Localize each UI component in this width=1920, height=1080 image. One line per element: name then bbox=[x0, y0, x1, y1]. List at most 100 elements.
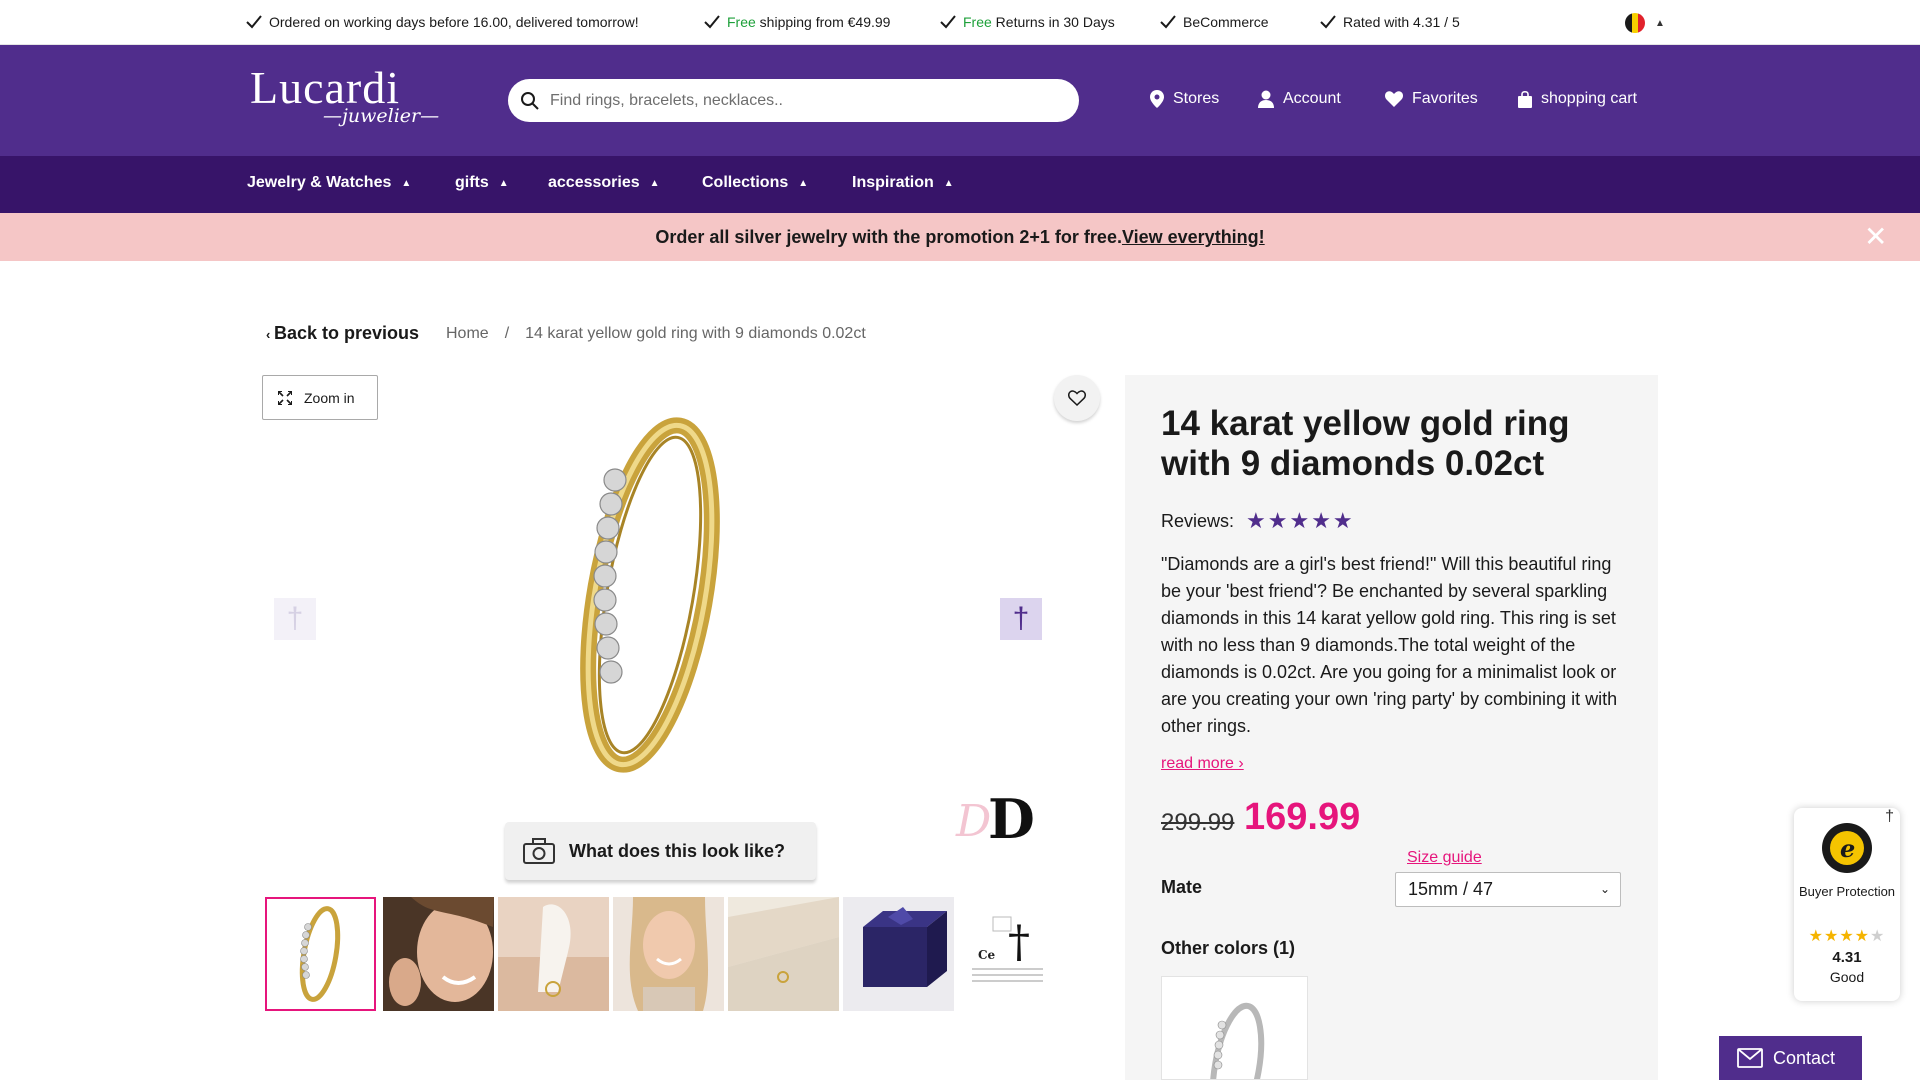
thumbnail[interactable]: Ce † bbox=[958, 897, 1069, 1011]
ring-thumbnail-image bbox=[267, 899, 374, 1009]
usp-highlight: Free bbox=[727, 14, 756, 30]
thumbnail[interactable] bbox=[613, 897, 724, 1011]
checkmark-icon bbox=[704, 15, 720, 29]
nav-item-accessories[interactable]: accessories ▲ bbox=[548, 174, 660, 192]
stores-link[interactable]: Stores bbox=[1150, 90, 1219, 108]
nav-item-inspiration[interactable]: Inspiration ▲ bbox=[852, 174, 954, 192]
lifestyle-photo-image bbox=[498, 897, 609, 1011]
svg-text:Ce: Ce bbox=[978, 948, 996, 962]
breadcrumb: Home / 14 karat yellow gold ring with 9 … bbox=[446, 325, 866, 343]
breadcrumb-separator: / bbox=[504, 325, 510, 342]
language-selector[interactable]: ▲ bbox=[1625, 13, 1665, 33]
close-icon[interactable]: ✕ bbox=[1864, 223, 1887, 251]
brand-logo-image: D D bbox=[955, 787, 1035, 844]
stores-label: Stores bbox=[1173, 90, 1220, 107]
silver-ring-image bbox=[1209, 1002, 1265, 1079]
size-value: 15mm / 47 bbox=[1408, 879, 1494, 899]
cart-link[interactable]: shopping cart bbox=[1518, 90, 1637, 108]
usp-text: Ordered on working days before 16.00, de… bbox=[269, 14, 639, 30]
location-pin-icon bbox=[1150, 90, 1164, 108]
thumbnail[interactable] bbox=[843, 897, 954, 1011]
close-icon[interactable]: † bbox=[1885, 808, 1894, 826]
svg-text:e: e bbox=[1840, 834, 1855, 863]
read-more-link[interactable]: read more › bbox=[1161, 755, 1244, 773]
svg-text:D: D bbox=[955, 796, 991, 844]
category-nav: Jewelry & Watches ▲ gifts ▲ accessories ▲ C… bbox=[0, 156, 1920, 213]
size-guide-link[interactable]: Size guide bbox=[1407, 849, 1482, 867]
contact-button[interactable]: Contact bbox=[1719, 1036, 1862, 1080]
usp-text: BeCommerce bbox=[1183, 14, 1269, 30]
chevron-down-icon: ⌄ bbox=[1599, 882, 1610, 896]
reviews-label: Reviews: bbox=[1161, 510, 1235, 531]
certificate-image: Ce † bbox=[958, 897, 1069, 1011]
breadcrumb-home[interactable]: Home bbox=[446, 325, 489, 343]
other-colors-heading: Other colors (1) bbox=[1161, 938, 1296, 958]
chevron-left-icon: ‹ bbox=[266, 327, 274, 342]
nav-item-collections[interactable]: Collections ▲ bbox=[702, 174, 808, 192]
usp-text: shipping from €49.99 bbox=[755, 14, 891, 30]
add-to-favorites-button[interactable] bbox=[1054, 375, 1100, 421]
thumbnail[interactable] bbox=[498, 897, 609, 1011]
usp-bar: Ordered on working days before 16.00, de… bbox=[0, 0, 1920, 45]
next-image-arrow[interactable]: † bbox=[1000, 598, 1042, 640]
thumbnail[interactable] bbox=[383, 897, 494, 1011]
thumbnail[interactable] bbox=[265, 897, 376, 1011]
model-photo-image bbox=[383, 897, 494, 1011]
expand-icon bbox=[278, 390, 292, 405]
usp-item: Ordered on working days before 16.00, de… bbox=[246, 14, 639, 30]
thumbnail[interactable] bbox=[728, 897, 839, 1011]
chevron-up-icon: ▲ bbox=[498, 177, 509, 189]
account-label: Account bbox=[1283, 90, 1341, 107]
arrow-right-icon: † bbox=[1012, 602, 1030, 635]
usp-item[interactable]: Rated with 4.31 / 5 bbox=[1320, 14, 1460, 30]
nav-item-jewelry-watches[interactable]: Jewelry & Watches ▲ bbox=[247, 174, 411, 192]
belgium-flag-icon bbox=[1625, 13, 1645, 33]
favorites-label: Favorites bbox=[1412, 90, 1478, 107]
trusted-grade: Good bbox=[1829, 969, 1865, 985]
search-input[interactable] bbox=[550, 91, 1050, 110]
what-does-this-look-like-button[interactable]: What does this look like? bbox=[505, 822, 816, 880]
model-photo-image bbox=[613, 897, 724, 1011]
look-label: What does this look like? bbox=[569, 840, 786, 861]
svg-text:†: † bbox=[1008, 917, 1030, 968]
checkmark-icon bbox=[246, 15, 262, 29]
product-image[interactable] bbox=[560, 410, 740, 780]
product-reviews[interactable]: Reviews: ★★★★★ bbox=[1161, 508, 1355, 534]
shopping-bag-icon bbox=[1518, 90, 1532, 108]
old-price: 299.99 bbox=[1161, 809, 1235, 836]
back-link[interactable]: ‹ Back to previous bbox=[266, 323, 419, 344]
account-link[interactable]: Account bbox=[1258, 90, 1341, 108]
svg-text:D: D bbox=[988, 787, 1035, 844]
checkmark-icon bbox=[1320, 15, 1336, 29]
checkmark-icon bbox=[940, 15, 956, 29]
search-icon bbox=[521, 91, 539, 110]
size-select[interactable]: 15mm / 47 ⌄ bbox=[1395, 872, 1621, 907]
camera-icon bbox=[523, 838, 555, 864]
usp-item: Free Returns in 30 Days bbox=[940, 14, 1115, 30]
arrow-left-icon: † bbox=[286, 602, 304, 635]
promo-message: Order all silver jewelry with the promot… bbox=[655, 227, 1265, 247]
current-price: 169.99 bbox=[1244, 796, 1361, 838]
product-description: "Diamonds are a girl's best friend!" Wil… bbox=[1161, 554, 1618, 736]
chevron-up-icon: ▲ bbox=[649, 177, 660, 189]
search-bar[interactable] bbox=[508, 79, 1079, 122]
zoom-in-button[interactable]: Zoom in bbox=[262, 375, 378, 420]
logo[interactable]: Lucardi —juwelier— bbox=[250, 65, 439, 128]
previous-image-arrow[interactable]: † bbox=[274, 598, 316, 640]
zoom-label: Zoom in bbox=[304, 389, 355, 406]
product-title: 14 karat yellow gold ring with 9 diamond… bbox=[1161, 404, 1570, 483]
color-variant-card[interactable] bbox=[1161, 976, 1308, 1080]
trusted-shops-badge[interactable]: † e Buyer Protection ★★★★★ 4.31 Good bbox=[1794, 808, 1900, 1001]
heart-outline-icon bbox=[1068, 390, 1086, 406]
usp-item[interactable]: BeCommerce bbox=[1160, 14, 1269, 30]
cart-label: shopping cart bbox=[1541, 90, 1638, 107]
gift-box-image bbox=[843, 897, 954, 1011]
chevron-up-icon: ▲ bbox=[1655, 17, 1665, 29]
promo-link[interactable]: View everything! bbox=[1122, 227, 1265, 247]
nav-item-gifts[interactable]: gifts ▲ bbox=[455, 174, 509, 192]
promo-banner: Order all silver jewelry with the promot… bbox=[0, 213, 1920, 261]
favorites-link[interactable]: Favorites bbox=[1385, 90, 1478, 108]
usp-item: Free shipping from €49.99 bbox=[704, 14, 890, 30]
chevron-up-icon: ▲ bbox=[798, 177, 809, 189]
user-icon bbox=[1258, 90, 1274, 108]
